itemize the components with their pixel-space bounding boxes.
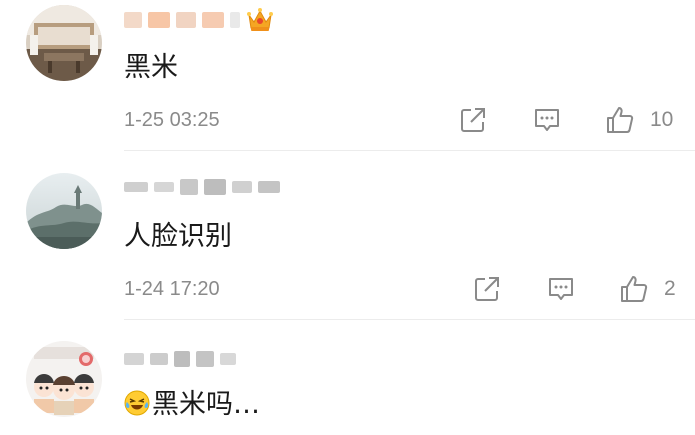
like-button[interactable]: 10 bbox=[604, 104, 673, 136]
username-redacted bbox=[174, 351, 190, 367]
avatar-misty-mountain-icon bbox=[26, 173, 102, 249]
share-button[interactable] bbox=[472, 273, 502, 305]
avatar[interactable] bbox=[26, 5, 102, 81]
reply-icon bbox=[549, 278, 573, 300]
username[interactable] bbox=[124, 347, 236, 371]
laughing-crying-emoji-icon bbox=[124, 390, 150, 416]
username-redacted bbox=[176, 12, 196, 28]
username-redacted bbox=[232, 181, 252, 193]
reply-icon bbox=[535, 109, 559, 131]
username-redacted bbox=[220, 353, 236, 365]
reply-button[interactable] bbox=[532, 104, 562, 136]
share-button[interactable] bbox=[458, 104, 488, 136]
comment-text-body: 黑米吗… bbox=[152, 389, 260, 420]
username-redacted bbox=[148, 12, 170, 28]
comment-item: 黑米 1-25 03:25 10 bbox=[0, 0, 695, 151]
comment-text: 黑米 bbox=[124, 52, 178, 83]
username[interactable] bbox=[124, 8, 274, 32]
avatar-room-interior-icon bbox=[26, 5, 102, 81]
avatar[interactable] bbox=[26, 341, 102, 417]
username-redacted bbox=[124, 353, 144, 365]
comment-item: 黑米吗… bbox=[0, 321, 695, 435]
username-redacted bbox=[124, 182, 148, 192]
like-button[interactable]: 2 bbox=[618, 273, 676, 305]
like-icon bbox=[607, 107, 634, 133]
share-icon bbox=[475, 277, 499, 301]
username-redacted bbox=[196, 351, 214, 367]
share-icon bbox=[461, 108, 485, 132]
comment-text: 人脸识别 bbox=[124, 221, 232, 252]
username-redacted bbox=[124, 12, 142, 28]
comment-timestamp: 1-24 17:20 bbox=[124, 278, 220, 300]
username-redacted bbox=[154, 182, 174, 192]
username-redacted bbox=[180, 179, 198, 195]
comment-item: 人脸识别 1-24 17:20 2 bbox=[0, 151, 695, 321]
username-redacted bbox=[150, 353, 168, 365]
avatar[interactable] bbox=[26, 173, 102, 249]
username-redacted bbox=[258, 181, 280, 193]
comment-timestamp: 1-25 03:25 bbox=[124, 109, 220, 131]
username-redacted bbox=[204, 179, 226, 195]
reply-button[interactable] bbox=[546, 273, 576, 305]
username-redacted bbox=[230, 12, 240, 28]
like-count: 2 bbox=[664, 277, 676, 300]
crown-badge-icon bbox=[246, 7, 274, 33]
comment-text: 黑米吗… bbox=[124, 387, 260, 423]
divider bbox=[124, 319, 695, 320]
username[interactable] bbox=[124, 175, 280, 199]
like-icon bbox=[621, 276, 648, 302]
username-redacted bbox=[202, 12, 224, 28]
like-count: 10 bbox=[650, 108, 674, 131]
avatar-cartoon-characters-icon bbox=[26, 341, 102, 417]
